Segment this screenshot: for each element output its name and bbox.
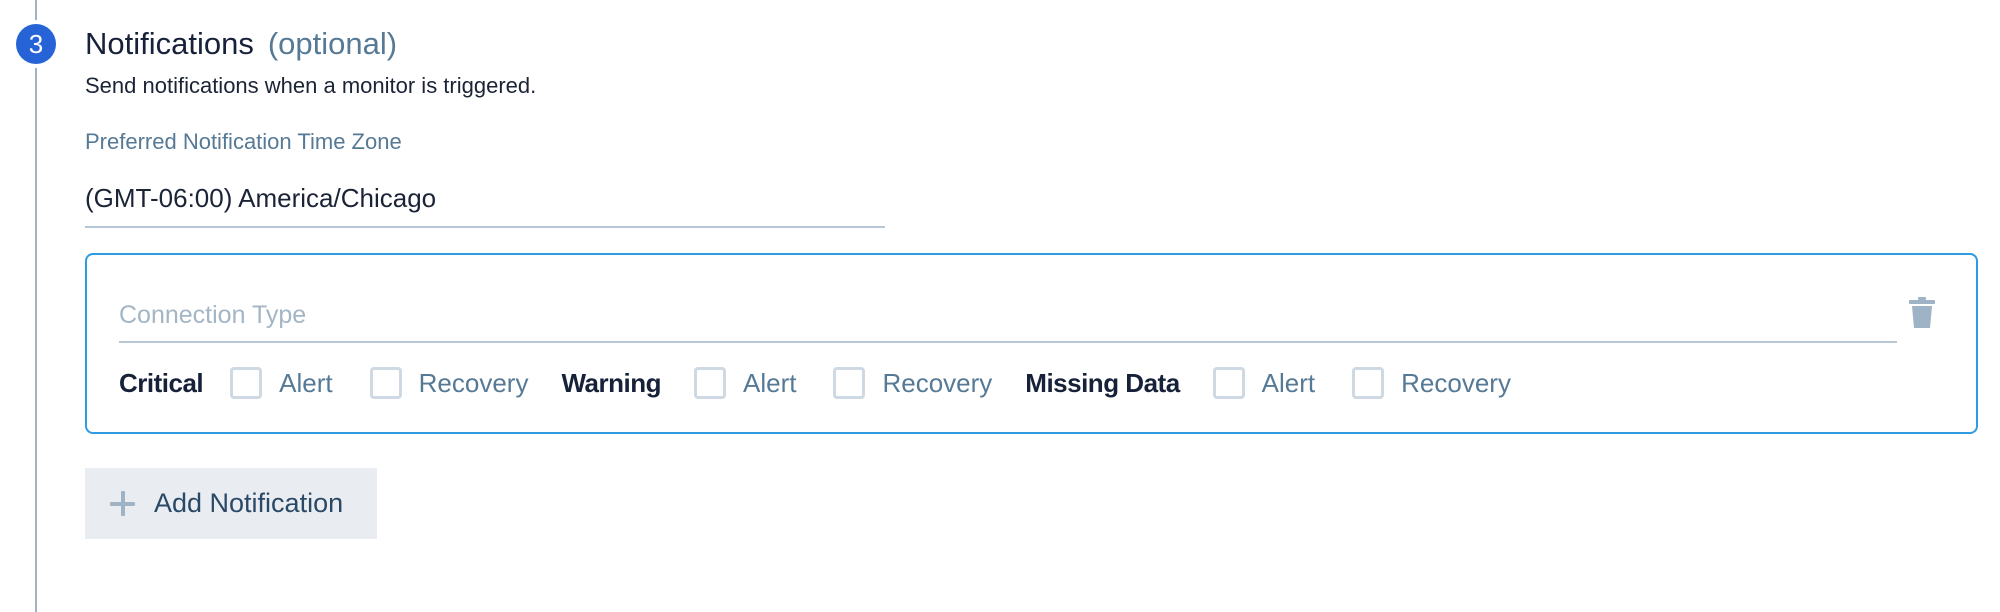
group-label-missing-data: Missing Data <box>1025 367 1180 398</box>
checkbox-label: Recovery <box>418 367 529 398</box>
step-connector-line <box>35 0 37 612</box>
add-notification-label: Add Notification <box>154 488 344 518</box>
notification-options-row: Critical Alert Recovery Warning Alert Re… <box>119 366 1511 400</box>
warning-alert-checkbox[interactable] <box>693 367 726 399</box>
step-number-badge: 3 <box>16 24 56 64</box>
missing-data-recovery-option[interactable]: Recovery <box>1352 367 1511 399</box>
critical-recovery-option[interactable]: Recovery <box>369 367 529 399</box>
missing-data-alert-option[interactable]: Alert <box>1212 367 1316 399</box>
warning-recovery-option[interactable]: Recovery <box>833 367 992 399</box>
timezone-underline <box>85 226 885 228</box>
notification-card: Connection Type Critical Alert Recovery … <box>85 253 1978 434</box>
checkbox-label: Recovery <box>1401 367 1511 398</box>
critical-alert-option[interactable]: Alert <box>230 367 333 399</box>
plus-icon <box>110 491 135 516</box>
checkbox-label: Recovery <box>882 367 993 398</box>
timezone-label: Preferred Notification Time Zone <box>85 129 402 154</box>
checkbox-label: Alert <box>279 367 333 398</box>
warning-alert-option[interactable]: Alert <box>693 367 797 399</box>
warning-recovery-checkbox[interactable] <box>833 367 866 399</box>
critical-alert-checkbox[interactable] <box>230 367 263 399</box>
checkbox-label: Alert <box>1261 367 1316 398</box>
missing-data-alert-checkbox[interactable] <box>1212 367 1245 399</box>
trash-icon <box>1909 297 1935 328</box>
connection-type-select[interactable]: Connection Type <box>119 299 306 331</box>
group-label-critical: Critical <box>119 367 204 398</box>
timezone-select[interactable]: (GMT-06:00) America/Chicago <box>85 182 436 214</box>
optional-label: (optional) <box>267 26 398 61</box>
delete-notification-button[interactable] <box>1909 297 1935 328</box>
critical-recovery-checkbox[interactable] <box>369 367 402 399</box>
connection-type-underline <box>119 341 1897 343</box>
group-label-warning: Warning <box>561 367 661 398</box>
add-notification-button[interactable]: Add Notification <box>85 468 377 539</box>
section-title-text: Notifications <box>85 26 254 61</box>
section-title: Notifications (optional) <box>85 24 397 64</box>
section-description: Send notifications when a monitor is tri… <box>85 73 537 98</box>
checkbox-label: Alert <box>742 367 797 398</box>
missing-data-recovery-checkbox[interactable] <box>1352 367 1385 399</box>
